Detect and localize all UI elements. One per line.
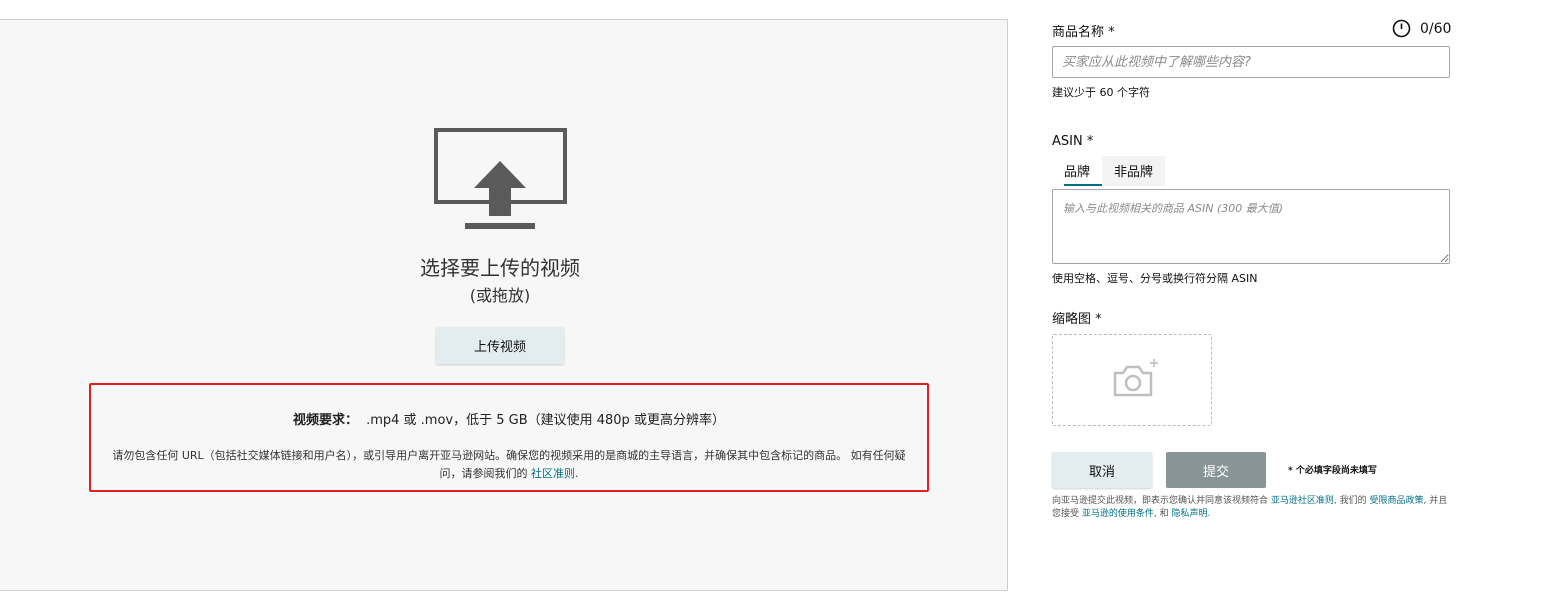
- thumbnail-label: 缩略图 *: [1052, 312, 1102, 327]
- video-upload-dropzone[interactable]: 选择要上传的视频 (或拖放) 上传视频 视频要求： .mp4 或 .mov，低于 …: [0, 19, 1008, 591]
- timer-icon: [1392, 19, 1411, 38]
- product-name-hint: 建议少于 60 个字符: [1052, 86, 1150, 99]
- character-count: 0/60: [1420, 20, 1452, 37]
- product-name-label: 商品名称 *: [1052, 25, 1115, 40]
- monitor-upload-icon: [434, 128, 567, 229]
- requirements-formats: 视频要求： .mp4 或 .mov，低于 5 GB（建议使用 480p 或更高分辨…: [91, 409, 927, 428]
- cancel-button[interactable]: 取消: [1052, 452, 1152, 488]
- requirements-note-end: .: [575, 467, 579, 480]
- tab-non-brand[interactable]: 非品牌: [1102, 156, 1166, 186]
- legal-notice: 向亚马逊提交此视频，即表示您确认并同意该视频符合 亚马逊社区准则, 我们的 受限…: [1052, 495, 1448, 521]
- legal-text-5: .: [1207, 509, 1211, 519]
- tab-brand[interactable]: 品牌: [1052, 156, 1103, 186]
- asin-input[interactable]: [1052, 189, 1450, 264]
- required-fields-note: * 个必填字段尚未填写: [1288, 466, 1377, 476]
- video-requirements-box: 视频要求： .mp4 或 .mov，低于 5 GB（建议使用 480p 或更高分辨…: [89, 383, 929, 492]
- upload-subtitle: (或拖放): [469, 286, 531, 305]
- submit-button[interactable]: 提交: [1166, 452, 1266, 488]
- community-guidelines-link-2[interactable]: 亚马逊社区准则: [1271, 496, 1334, 506]
- requirements-note: 请勿包含任何 URL（包括社交媒体链接和用户名），或引导用户离开亚马逊网站。确保…: [111, 447, 907, 483]
- camera-plus-icon: [1113, 359, 1158, 397]
- legal-text-4: , 和: [1153, 509, 1172, 519]
- requirements-note-text: 请勿包含任何 URL（包括社交媒体链接和用户名），或引导用户离开亚马逊网站。确保…: [112, 449, 906, 480]
- asin-label: ASIN *: [1052, 134, 1094, 149]
- upload-video-button[interactable]: 上传视频: [436, 327, 564, 364]
- restricted-products-link[interactable]: 受限商品政策: [1369, 496, 1423, 506]
- privacy-notice-link[interactable]: 隐私声明: [1171, 509, 1207, 519]
- requirements-formats-text: .mp4 或 .mov，低于 5 GB（建议使用 480p 或更高分辨率）: [366, 413, 725, 428]
- character-counter: 0/60: [1392, 19, 1451, 38]
- product-name-input[interactable]: [1052, 46, 1450, 78]
- conditions-of-use-link[interactable]: 亚马逊的使用条件: [1082, 509, 1154, 519]
- video-details-form: 商品名称 * 0/60 建议少于 60 个字符 ASIN * 品牌 非品牌 使用…: [1052, 0, 1512, 593]
- asin-hint: 使用空格、逗号、分号或换行符分隔 ASIN: [1052, 272, 1258, 285]
- community-guidelines-link[interactable]: 社区准则: [531, 467, 575, 480]
- legal-text-2: , 我们的: [1333, 496, 1370, 506]
- upload-title: 选择要上传的视频: [420, 256, 580, 280]
- asin-tabs: 品牌 非品牌: [1052, 156, 1166, 186]
- thumbnail-upload[interactable]: [1052, 334, 1212, 426]
- requirements-heading: 视频要求：: [293, 413, 359, 428]
- legal-text-1: 向亚马逊提交此视频，即表示您确认并同意该视频符合: [1052, 496, 1271, 506]
